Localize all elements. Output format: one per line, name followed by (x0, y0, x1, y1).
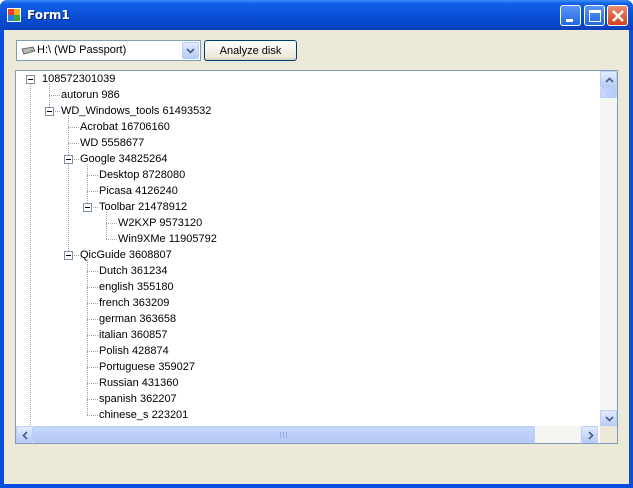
analyze-disk-button[interactable]: Analyze disk (204, 40, 297, 61)
collapse-toggle-icon[interactable] (64, 155, 73, 164)
vertical-scrollbar[interactable] (600, 71, 617, 427)
tree-node[interactable]: Google 34825264 (79, 152, 167, 167)
tree-content: 108572301039 autorun 986 WD_Windows_tools … (16, 71, 598, 427)
collapse-toggle-icon[interactable] (45, 107, 54, 116)
minimize-icon (566, 19, 573, 22)
scrollbar-corner (600, 426, 617, 443)
disk-tree-view[interactable]: 108572301039 autorun 986 WD_Windows_tools … (15, 70, 618, 444)
title-bar[interactable]: Form1 (0, 0, 633, 30)
thumb-grip-line (283, 432, 284, 438)
tree-node[interactable]: spanish 362207 (98, 392, 177, 407)
drive-select[interactable]: H:\ (WD Passport) (16, 40, 201, 61)
tree-node[interactable]: 108572301039 (41, 72, 115, 87)
scroll-up-button[interactable] (600, 71, 617, 88)
close-button[interactable] (607, 5, 628, 26)
horizontal-scrollbar[interactable] (16, 426, 598, 443)
tree-node[interactable]: WD 5558677 (79, 136, 144, 151)
thumb-grip-line (280, 432, 281, 438)
scroll-right-button[interactable] (581, 426, 598, 443)
tree-node[interactable]: Dutch 361234 (98, 264, 168, 279)
horizontal-scroll-thumb[interactable] (33, 426, 535, 443)
tree-node[interactable]: Win9XMe 11905792 (117, 232, 217, 247)
tree-node[interactable]: Desktop 8728080 (98, 168, 185, 183)
main-window: Form1 H:\ (WD Passport) Analyze disk 108… (0, 0, 633, 488)
tree-node[interactable]: Picasa 4126240 (98, 184, 178, 199)
drive-select-dropdown-button[interactable] (182, 42, 199, 59)
thumb-grip-line (286, 432, 287, 438)
maximize-icon (589, 10, 601, 22)
tree-node[interactable]: english 355180 (98, 280, 174, 295)
tree-node[interactable]: QicGuide 3608807 (79, 248, 172, 263)
drive-select-value: H:\ (WD Passport) (37, 44, 127, 56)
scroll-down-button[interactable] (600, 410, 617, 427)
minimize-button[interactable] (560, 5, 581, 26)
collapse-toggle-icon[interactable] (26, 75, 35, 84)
scroll-left-icon (22, 431, 28, 440)
scroll-up-icon (605, 77, 614, 83)
tree-node[interactable]: Portuguese 359027 (98, 360, 195, 375)
scroll-right-icon (588, 431, 594, 440)
tree-node[interactable]: french 363209 (98, 296, 169, 311)
tree-node[interactable]: italian 360857 (98, 328, 168, 343)
tree-node[interactable]: Russian 431360 (98, 376, 179, 391)
tree-node[interactable]: WD_Windows_tools 61493532 (60, 104, 211, 119)
window-title: Form1 (27, 8, 70, 22)
maximize-button[interactable] (584, 5, 605, 26)
form-app-icon (7, 8, 21, 22)
tree-node[interactable]: W2KXP 9573120 (117, 216, 202, 231)
close-icon (612, 10, 624, 22)
collapse-toggle-icon[interactable] (83, 203, 92, 212)
collapse-toggle-icon[interactable] (64, 251, 73, 260)
tree-node[interactable]: Acrobat 16706160 (79, 120, 170, 135)
tree-node[interactable]: autorun 986 (60, 88, 120, 103)
scroll-down-icon (605, 416, 614, 422)
tree-node[interactable]: german 363658 (98, 312, 176, 327)
tree-node[interactable]: chinese_s 223201 (98, 408, 188, 423)
tree-node[interactable]: Polish 428874 (98, 344, 169, 359)
scroll-left-button[interactable] (16, 426, 33, 443)
chevron-down-icon (186, 48, 195, 54)
drive-icon (21, 46, 36, 55)
tree-node[interactable]: Toolbar 21478912 (98, 200, 187, 215)
form-client-area: H:\ (WD Passport) Analyze disk 108572301… (4, 30, 629, 484)
vertical-scroll-thumb[interactable] (600, 88, 617, 98)
